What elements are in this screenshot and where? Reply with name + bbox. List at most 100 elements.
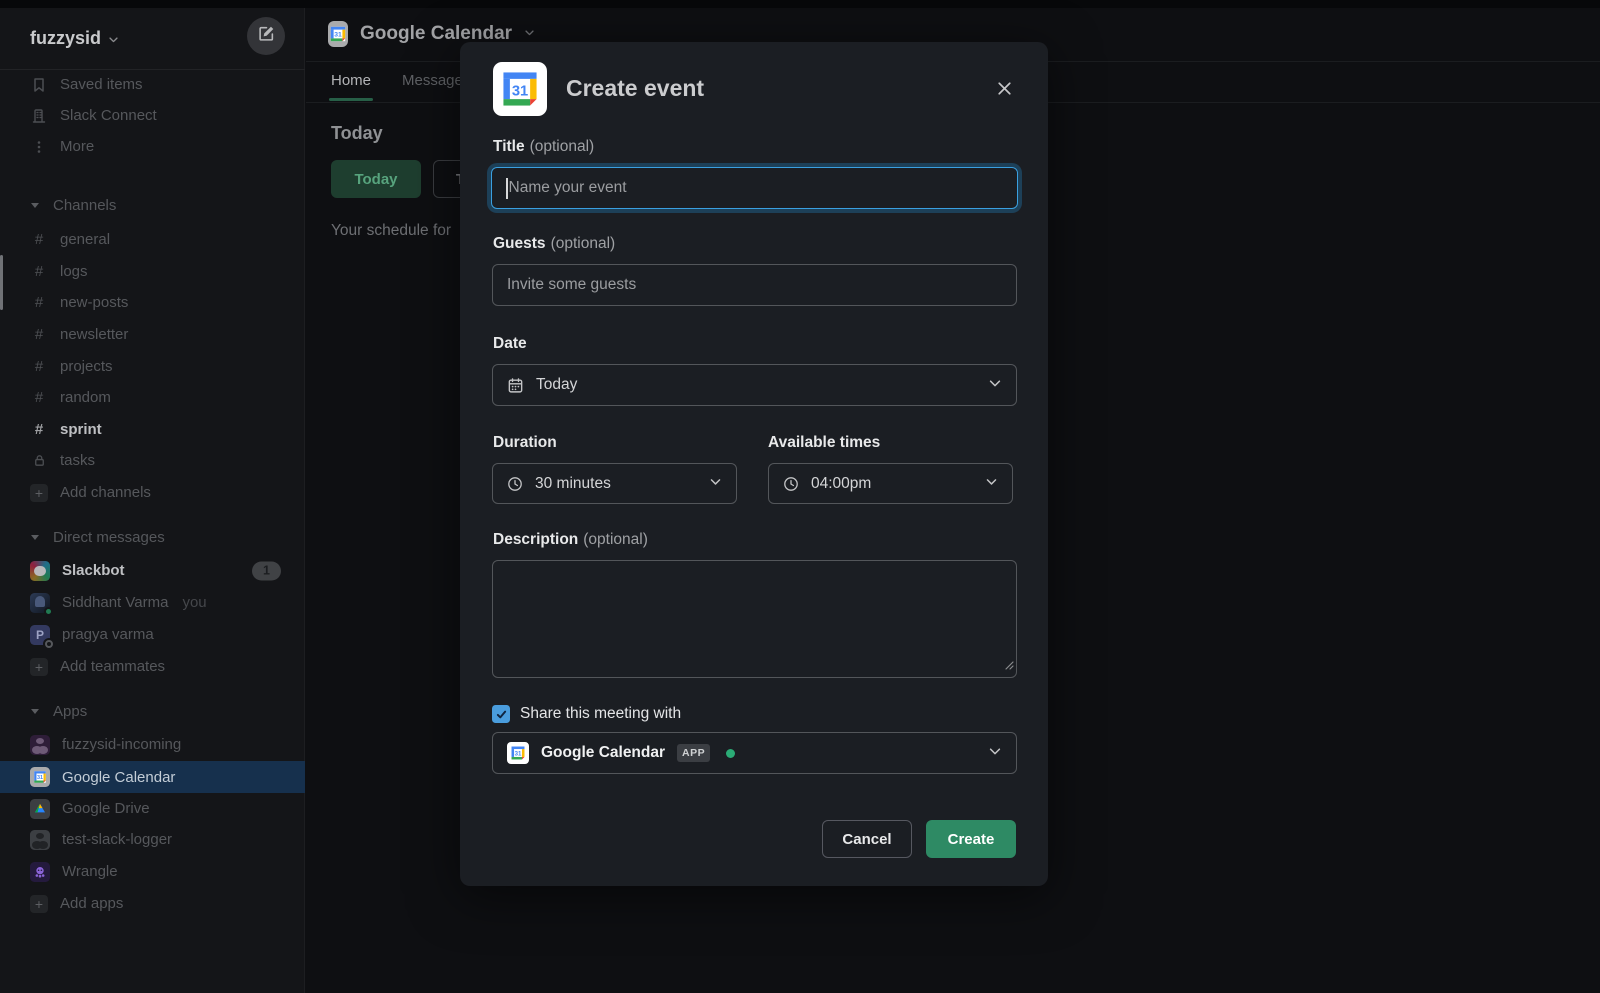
channel-label: new-posts — [60, 294, 129, 311]
presence-online-dot — [726, 748, 736, 758]
app-google-calendar-selected[interactable]: 31 Google Calendar — [0, 761, 305, 793]
avatar-initial: P — [35, 627, 44, 642]
sidebar-item-slack-connect[interactable]: Slack Connect — [0, 100, 305, 131]
description-field-label: Description (optional) — [493, 531, 648, 549]
plus-icon: + — [30, 894, 48, 913]
label-text: Title — [493, 138, 525, 155]
user-avatar: P — [30, 624, 53, 648]
plus-icon: + — [30, 657, 48, 676]
title-field-label: Title (optional) — [493, 138, 594, 156]
dm-name: Slackbot — [62, 562, 125, 579]
channel-sprint-unread[interactable]: # sprint — [0, 414, 305, 445]
hash-icon: # — [34, 421, 44, 438]
ellipsis-vertical-icon — [30, 138, 48, 156]
channel-label: general — [60, 231, 111, 248]
sidebar-scroll-indicator[interactable] — [0, 255, 3, 310]
available-times-select[interactable]: 04:00pm — [768, 463, 1013, 504]
app-fuzzysid-incoming[interactable]: fuzzysid-incoming — [0, 729, 305, 760]
label-optional: (optional) — [550, 235, 616, 252]
times-field-label: Available times — [768, 434, 880, 452]
building-icon — [30, 107, 48, 125]
description-textarea[interactable] — [492, 560, 1017, 678]
hash-icon: # — [34, 294, 44, 311]
times-value: 04:00pm — [811, 474, 872, 492]
chevron-down-icon — [988, 376, 1002, 395]
chevron-down-icon — [985, 475, 998, 493]
add-teammates-label: Add teammates — [60, 658, 166, 675]
google-calendar-icon: 31 — [328, 21, 348, 47]
tab-home[interactable]: Home — [328, 72, 374, 101]
channel-newsletter[interactable]: # newsletter — [0, 319, 305, 350]
compose-icon — [258, 25, 275, 47]
user-avatar — [30, 592, 53, 616]
channel-tasks-private[interactable]: tasks — [0, 445, 305, 476]
workspace-switcher[interactable]: fuzzysid — [30, 26, 119, 50]
channel-label: sprint — [60, 421, 102, 438]
app-name: fuzzysid-incoming — [62, 736, 182, 753]
share-meeting-checkbox-row[interactable]: Share this meeting with — [492, 705, 681, 723]
compose-button[interactable] — [247, 17, 285, 55]
add-channels-label: Add channels — [60, 484, 151, 501]
apps-section-header[interactable]: Apps — [0, 696, 305, 727]
sidebar-item-more[interactable]: More — [0, 131, 305, 162]
label-text: Available times — [768, 434, 881, 451]
section-collapse-icon — [30, 529, 40, 546]
app-avatar — [30, 734, 50, 755]
today-heading: Today — [331, 123, 383, 143]
channel-label: logs — [60, 263, 88, 280]
create-button[interactable]: Create — [926, 820, 1016, 858]
date-field-label: Date — [493, 335, 527, 353]
channel-projects[interactable]: # projects — [0, 351, 305, 382]
duration-select[interactable]: 30 minutes — [492, 463, 737, 504]
app-test-slack-logger[interactable]: test-slack-logger — [0, 824, 305, 855]
section-label: Channels — [53, 197, 117, 214]
chevron-down-icon — [524, 25, 535, 43]
resize-handle-icon[interactable] — [1003, 657, 1014, 675]
create-event-modal: 31 Create event Title (optional) Name you… — [460, 42, 1048, 886]
channel-logs[interactable]: # logs — [0, 256, 305, 287]
share-app-select[interactable]: 31 Google Calendar APP — [492, 732, 1017, 774]
sidebar-item-label: Slack Connect — [60, 107, 157, 124]
dm-name: Siddhant Varma — [62, 594, 169, 611]
clock-icon — [507, 476, 523, 492]
schedule-intro-text: Your schedule for — [331, 222, 452, 239]
sidebar-item-saved-items[interactable]: Saved items — [0, 69, 305, 100]
plus-icon: + — [30, 483, 48, 502]
date-value: Today — [536, 376, 578, 393]
share-meeting-label: Share this meeting with — [520, 705, 682, 722]
title-input[interactable]: Name your event — [491, 167, 1018, 209]
date-select[interactable]: Today — [492, 364, 1017, 406]
dm-siddhant-varma[interactable]: Siddhant Varma you — [0, 587, 305, 618]
today-filter-button[interactable]: Today — [331, 160, 421, 198]
channel-general[interactable]: # general — [0, 224, 305, 255]
app-wrangle[interactable]: Wrangle — [0, 856, 305, 887]
label-text: Date — [493, 335, 527, 352]
add-teammates-button[interactable]: + Add teammates — [0, 651, 305, 682]
sidebar-item-label: More — [60, 138, 95, 155]
svg-text:31: 31 — [37, 775, 43, 781]
share-app-name: Google Calendar — [541, 744, 666, 761]
label-optional: (optional) — [529, 138, 595, 155]
workspace-header: fuzzysid — [0, 8, 305, 70]
cancel-button[interactable]: Cancel — [822, 820, 912, 858]
add-apps-button[interactable]: + Add apps — [0, 888, 305, 919]
dm-pragya-varma[interactable]: P pragya varma — [0, 619, 305, 650]
dm-slackbot[interactable]: Slackbot 1 — [0, 555, 305, 586]
dm-name: pragya varma — [62, 626, 154, 643]
duration-field-label: Duration — [493, 434, 557, 452]
slack-window: fuzzysid Saved items Slack Connect More … — [0, 0, 1600, 993]
close-icon[interactable] — [988, 72, 1020, 104]
channel-random[interactable]: # random — [0, 382, 305, 413]
checkbox-checked[interactable] — [492, 705, 510, 723]
add-channels-button[interactable]: + Add channels — [0, 477, 305, 508]
app-google-drive[interactable]: Google Drive — [0, 793, 305, 824]
google-calendar-icon: 31 — [507, 742, 529, 764]
channels-section-header[interactable]: Channels — [0, 190, 305, 221]
guests-input[interactable]: Invite some guests — [492, 264, 1017, 306]
unread-badge: 1 — [252, 561, 281, 580]
app-badge: APP — [677, 744, 711, 762]
dms-section-header[interactable]: Direct messages — [0, 522, 305, 553]
section-collapse-icon — [30, 703, 40, 720]
channel-new-posts[interactable]: # new-posts — [0, 287, 305, 318]
app-name: Wrangle — [62, 863, 118, 880]
